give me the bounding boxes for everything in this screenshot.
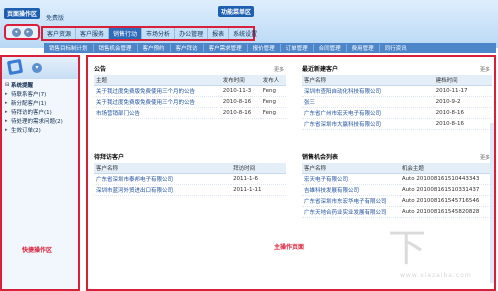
submenu-item[interactable]: 合同管理 — [314, 44, 347, 52]
back-arrow-icon[interactable]: ◂ — [11, 27, 21, 37]
column-header: 客户名称 — [302, 75, 434, 86]
submenu-bar: 销售目标制计划 销售机会管理 客户预约 客户拜访 客户需求管理 报价管理 订单管… — [44, 43, 496, 53]
menu-item-office[interactable]: 办公管理 — [175, 28, 209, 39]
page-nav-controls: ◂ ▸ — [4, 24, 40, 40]
watermark: 下 www.xiazaiba.com — [388, 228, 488, 284]
submenu-item[interactable]: 客户预约 — [138, 44, 171, 52]
chevron-down-icon[interactable]: ▾ — [32, 63, 42, 73]
new-customers-table: 客户名称 建档时间 深圳市查阳自动化科技有限公司 2010-11-17 张三 201… — [302, 75, 492, 130]
more-link[interactable]: 更多 — [480, 154, 490, 161]
submenu-item[interactable]: 订单管理 — [281, 44, 314, 52]
top-banner: 页面操作区 免费版 功能菜单区 ◂ ▸ 客户资源 客户服务 销售行动 市场分析 … — [0, 0, 498, 48]
table-row[interactable]: 宏天电子有限公司 Auto 201008161510443343 — [302, 173, 492, 185]
announcements-table: 主题 发布时间 发布人 关于我过度免费版免费使用三个月的公告 2010-11-3 F… — [94, 75, 286, 119]
table-row[interactable]: 广东省深圳市大赢科技有限公司 2010-8-16 — [302, 118, 492, 130]
column-header: 发布人 — [260, 75, 286, 86]
app-title: 免费版 — [46, 15, 65, 22]
submenu-item[interactable]: 销售机会管理 — [94, 44, 138, 52]
main-area-label: 主操作页面 — [274, 244, 305, 251]
submenu-item[interactable]: 同行资讯 — [380, 44, 412, 52]
table-row[interactable]: 深圳市蓝河外贸进出口有限公司 2011-1-11 — [94, 184, 286, 196]
quick-panel-header: ▾ — [2, 57, 78, 79]
menu-item-reports[interactable]: 报表 — [208, 28, 230, 39]
main-menu: 客户资源 客户服务 销售行动 市场分析 办公管理 报表 系统设置 — [41, 26, 257, 41]
quick-action-panel: ▾ ⊟ 系统提醒 ▸ 待联系客户(7) ▸ 新分配客户(1) ▸ 待拜访的客户(1) ▸… — [0, 55, 80, 291]
table-row[interactable]: 关于我过度免费版免费使用三个月的公告 2010-11-3 Feng — [94, 85, 286, 97]
table-row[interactable]: 市场营销部门公告 2010-8-16 Feng — [94, 107, 286, 119]
column-header: 拜访时间 — [231, 163, 286, 174]
tree-item[interactable]: ▸ 待处理的需求问题(2) — [5, 116, 75, 125]
more-link[interactable]: 更多 — [480, 66, 490, 73]
submenu-item[interactable]: 销售目标制计划 — [44, 44, 94, 52]
table-row[interactable]: 关于我过度免费版免费使用三个月的公告 2010-8-16 Feng — [94, 96, 286, 108]
watermark-glyph: 下 — [388, 226, 427, 270]
menu-item-sales-actions[interactable]: 销售行动 — [109, 28, 143, 39]
scrollbar[interactable] — [490, 123, 494, 283]
pending-visits-title: 待拜访客户 — [94, 154, 125, 161]
reminder-tree: ⊟ 系统提醒 ▸ 待联系客户(7) ▸ 新分配客户(1) ▸ 待拜访的客户(1) ▸ 待处… — [2, 79, 78, 135]
notebook-icon — [6, 58, 24, 76]
submenu-item[interactable]: 客户拜访 — [171, 44, 204, 52]
table-row[interactable]: 深圳市查阳自动化科技有限公司 2010-11-17 — [302, 85, 492, 97]
sales-opps-title: 销售机会列表 — [302, 154, 339, 161]
table-row[interactable]: 广东天地合药业实业发展有限公司 Auto 201008161545820828 — [302, 206, 492, 218]
submenu-item[interactable]: 报价管理 — [248, 44, 281, 52]
pending-visits-panel: 待拜访客户 客户名称 拜访时间 广东省深圳市泰邦电子有限公司 2011-1-6 深… — [94, 153, 286, 196]
tree-item[interactable]: ▸ 新分配客户(1) — [5, 98, 75, 107]
menu-area-label: 功能菜单区 — [218, 6, 255, 17]
tree-item-reminders[interactable]: ⊟ 系统提醒 — [5, 80, 75, 89]
more-link[interactable]: 更多 — [274, 66, 284, 73]
announcements-panel: 公告 更多 主题 发布时间 发布人 关于我过度免费版免费使用三个月的公告 2010… — [94, 65, 286, 119]
column-header: 客户名称 — [94, 163, 232, 174]
submenu-item[interactable]: 客户需求管理 — [204, 44, 248, 52]
pending-visits-table: 客户名称 拜访时间 广东省深圳市泰邦电子有限公司 2011-1-6 深圳市蓝河外贸… — [94, 163, 286, 196]
quick-area-label: 快捷操作区 — [22, 247, 53, 254]
column-header: 建档时间 — [433, 75, 492, 86]
table-row[interactable]: 广东省广州市宏天电子有限公司 2010-8-16 — [302, 107, 492, 119]
menu-item-market-analysis[interactable]: 市场分析 — [142, 28, 176, 39]
announcements-title: 公告 — [94, 66, 107, 73]
table-row[interactable]: 张三 2010-9-2 — [302, 96, 492, 108]
new-customers-panel: 最近新建客户 更多 客户名称 建档时间 深圳市查阳自动化科技有限公司 2010-1… — [302, 65, 492, 130]
column-header: 发布时间 — [220, 75, 261, 86]
menu-item-customer-resources[interactable]: 客户资源 — [43, 28, 77, 39]
column-header: 客户名称 — [302, 163, 400, 174]
tree-item[interactable]: ▸ 待联系客户(7) — [5, 89, 75, 98]
new-customers-title: 最近新建客户 — [302, 66, 339, 73]
menu-item-settings[interactable]: 系统设置 — [229, 28, 261, 39]
sales-opps-table: 客户名称 机会主题 宏天电子有限公司 Auto 20100816151044334… — [302, 163, 492, 218]
table-row[interactable]: 广东省深圳市泰邦电子有限公司 2011-1-6 — [94, 173, 286, 185]
page-nav-area-label: 页面操作区 — [4, 8, 41, 19]
watermark-text: www.xiazaiba.com — [400, 272, 472, 279]
tree-item[interactable]: ▸ 待拜访的客户(1) — [5, 107, 75, 116]
column-header: 机会主题 — [399, 163, 492, 174]
table-row[interactable]: 吉雄科技发展有限公司 Auto 201008161510331437 — [302, 184, 492, 196]
table-row[interactable]: 广东省深圳市东宏华电子有限公司 Auto 201008161545716546 — [302, 195, 492, 207]
sales-opps-panel: 销售机会列表 更多 客户名称 机会主题 宏天电子有限公司 Auto 2010081… — [302, 153, 492, 218]
submenu-item[interactable]: 费用管理 — [347, 44, 380, 52]
column-header: 主题 — [94, 75, 221, 86]
menu-item-customer-service[interactable]: 客户服务 — [76, 28, 110, 39]
forward-arrow-icon[interactable]: ▸ — [23, 27, 33, 37]
tree-item[interactable]: ▸ 生效订单(2) — [5, 125, 75, 134]
